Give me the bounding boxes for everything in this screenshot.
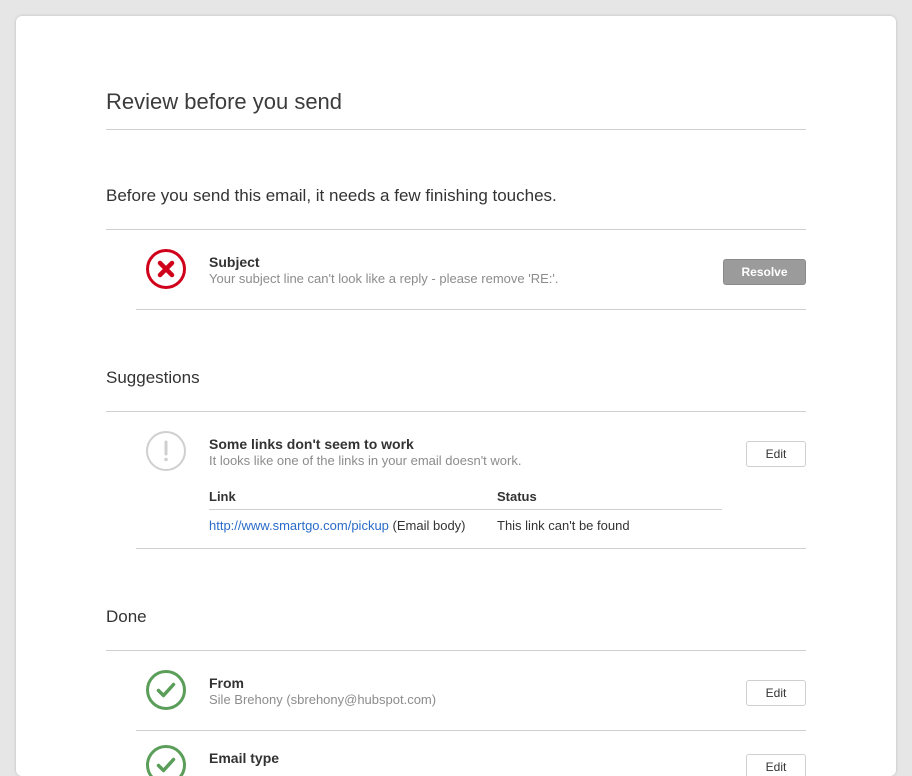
title-divider bbox=[106, 129, 806, 130]
item-divider bbox=[136, 309, 806, 310]
check-title: Subject bbox=[209, 254, 260, 270]
check-title: Some links don't seem to work bbox=[209, 436, 414, 452]
check-item-email-type: Email type bbox=[146, 745, 846, 776]
edit-links-button[interactable]: Edit bbox=[746, 441, 806, 467]
table-row: http://www.smartgo.com/pickup (Email bod… bbox=[209, 518, 466, 533]
check-description: Sile Brehony (sbrehony@hubspot.com) bbox=[209, 692, 437, 707]
table-header-link: Link bbox=[209, 489, 236, 504]
section-title-suggestions: Suggestions bbox=[106, 368, 200, 387]
page-title: Review before you send bbox=[106, 89, 343, 114]
check-title: From bbox=[209, 675, 244, 691]
warning-exclamation-icon bbox=[146, 431, 186, 471]
error-x-icon bbox=[146, 249, 186, 289]
resolve-button[interactable]: Resolve bbox=[723, 259, 806, 285]
item-divider bbox=[136, 548, 806, 549]
section-divider bbox=[106, 650, 806, 651]
link-location: (Email body) bbox=[392, 518, 466, 533]
check-description: Your subject line can't look like a repl… bbox=[209, 271, 559, 286]
check-item-links: Some links don't seem to work It looks l… bbox=[146, 431, 846, 491]
check-title: Email type bbox=[209, 750, 280, 766]
edit-from-button[interactable]: Edit bbox=[746, 680, 806, 706]
section-title-done: Done bbox=[106, 607, 147, 626]
checkmark-icon bbox=[146, 670, 186, 710]
edit-email-type-button[interactable]: Edit bbox=[746, 754, 806, 776]
table-header-divider bbox=[209, 509, 722, 510]
check-item-from: From Sile Brehony (sbrehony@hubspot.com) bbox=[146, 670, 846, 730]
checkmark-icon bbox=[146, 745, 186, 776]
review-dialog: Review before you send Before you send t… bbox=[16, 16, 896, 776]
link-status: This link can't be found bbox=[497, 518, 630, 533]
intro-divider bbox=[106, 229, 806, 230]
broken-link-url[interactable]: http://www.smartgo.com/pickup bbox=[209, 518, 389, 533]
check-description: It looks like one of the links in your e… bbox=[209, 453, 522, 468]
section-divider bbox=[106, 411, 806, 412]
item-divider bbox=[136, 730, 806, 731]
intro-text: Before you send this email, it needs a f… bbox=[106, 186, 557, 205]
table-header-status: Status bbox=[497, 489, 537, 504]
